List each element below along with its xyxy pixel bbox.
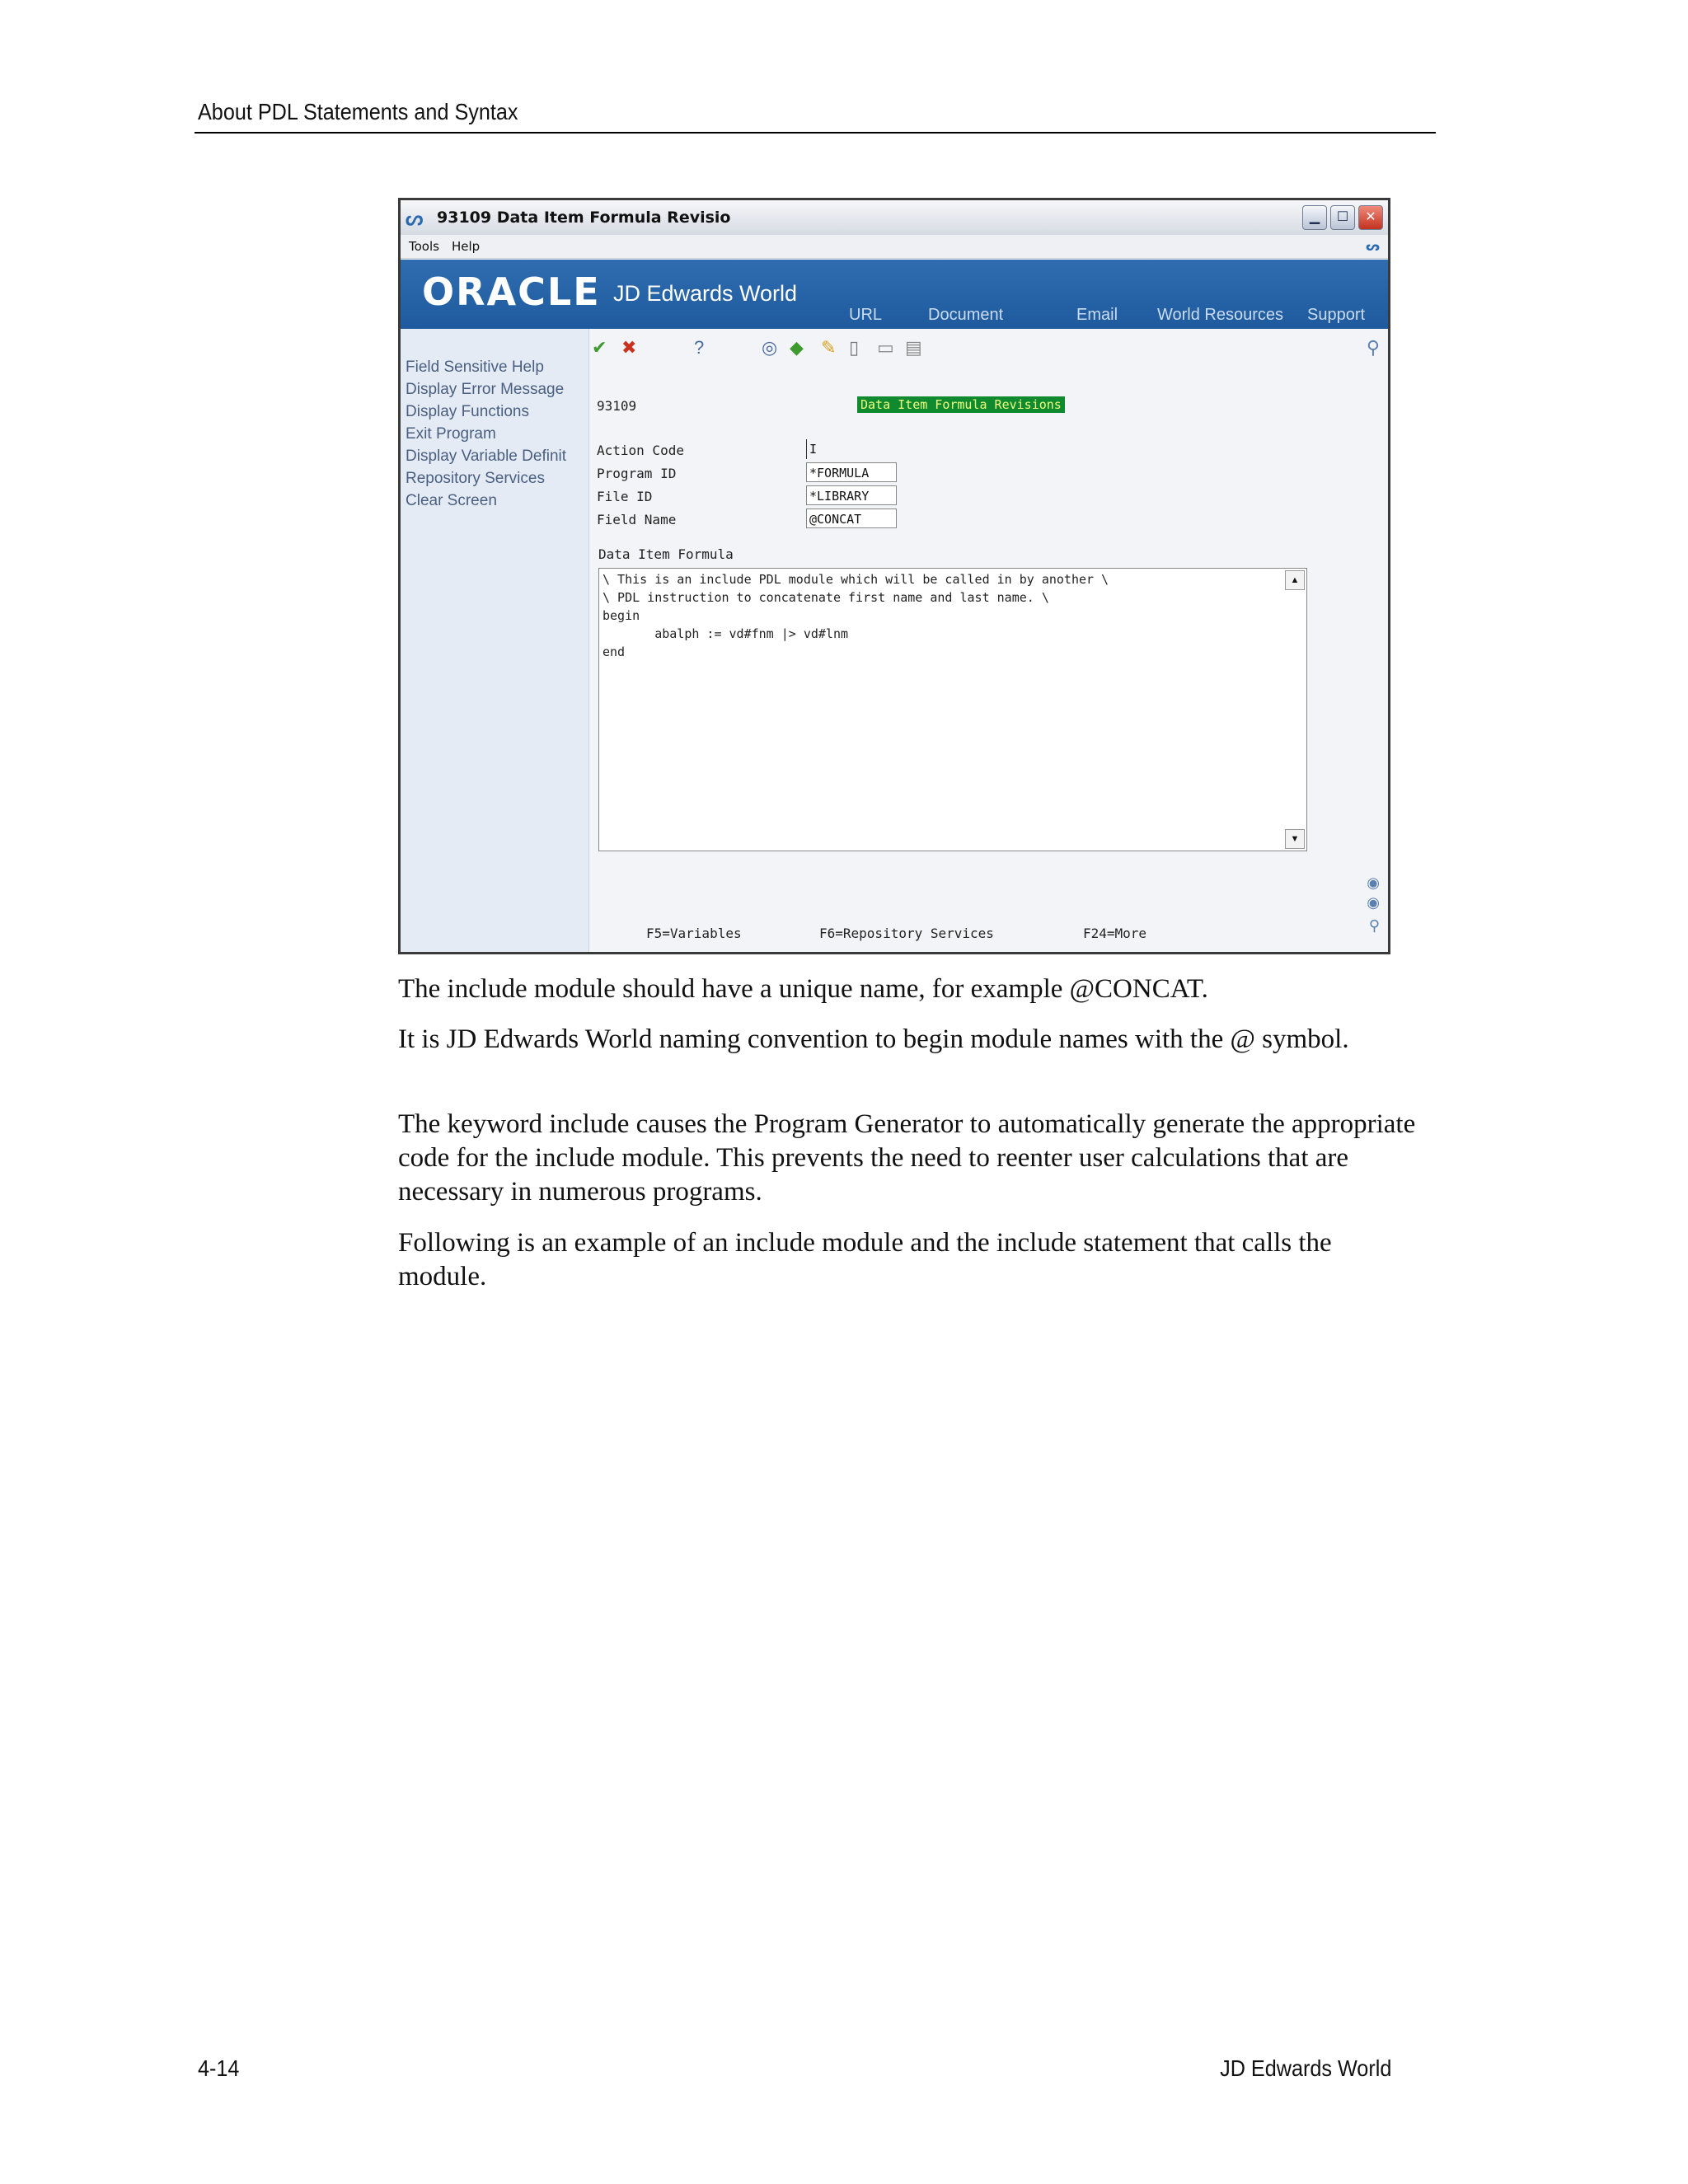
search-icon[interactable]: ⚲ — [1367, 337, 1380, 359]
field-name-label: Field Name — [597, 512, 677, 527]
info-icon[interactable]: ◎ — [762, 337, 777, 359]
program-number: 93109 — [597, 398, 637, 414]
sidebar-item-repository-services[interactable]: Repository Services — [406, 470, 545, 488]
file-id-label: File ID — [597, 489, 653, 504]
page-down-icon[interactable]: ◉ — [1367, 894, 1380, 912]
program-id-field[interactable]: *FORMULA — [806, 462, 897, 482]
action-code-field[interactable]: I — [806, 439, 823, 459]
footer-product: JD Edwards World — [1219, 2055, 1391, 2081]
formula-line: \ This is an include PDL module which wi… — [603, 572, 1109, 587]
formula-line: end — [603, 644, 626, 659]
paragraph-3: The keyword include causes the Program G… — [398, 1109, 1416, 1207]
scroll-down-icon[interactable]: ▼ — [1285, 829, 1305, 849]
f6-repository-services[interactable]: F6=Repository Services — [819, 926, 994, 941]
formula-line: \ PDL instruction to concatenate first n… — [603, 590, 1049, 605]
zoom-icon[interactable]: ⚲ — [1369, 917, 1380, 935]
app-icon: ᔕ — [406, 208, 424, 230]
file-id-field[interactable]: *LIBRARY — [806, 485, 897, 505]
menu-bar: Tools Help ᔕ — [401, 235, 1388, 259]
nav-url[interactable]: URL — [849, 306, 882, 325]
copy-icon[interactable]: ▭ — [877, 337, 894, 359]
application-screenshot: ᔕ 93109 Data Item Formula Revisio ▁ ☐ ✕ … — [398, 198, 1390, 954]
scroll-up-icon[interactable]: ▲ — [1285, 570, 1305, 590]
nav-document[interactable]: Document — [928, 306, 1003, 325]
delete-trash-icon[interactable]: ▯ — [849, 337, 859, 359]
edit-pencil-icon[interactable]: ✎ — [821, 337, 836, 359]
close-icon[interactable]: ✕ — [1358, 205, 1383, 230]
menu-help[interactable]: Help — [452, 239, 480, 254]
help-question-icon[interactable]: ? — [694, 337, 704, 359]
window-titlebar: ᔕ 93109 Data Item Formula Revisio ▁ ☐ ✕ — [401, 200, 1388, 235]
header-rule — [195, 132, 1436, 134]
nav-support[interactable]: Support — [1307, 306, 1365, 325]
f24-more[interactable]: F24=More — [1083, 926, 1146, 941]
sidebar-item-variable-definition[interactable]: Display Variable Definit — [406, 448, 566, 466]
f5-variables[interactable]: F5=Variables — [646, 926, 742, 941]
sidebar-item-clear-screen[interactable]: Clear Screen — [406, 492, 497, 510]
sidebar-item-exit-program[interactable]: Exit Program — [406, 425, 496, 443]
minimize-icon[interactable]: ▁ — [1302, 205, 1327, 230]
sidebar-item-error-message[interactable]: Display Error Message — [406, 381, 564, 399]
running-head: About PDL Statements and Syntax — [198, 99, 518, 124]
nav-email[interactable]: Email — [1076, 306, 1118, 325]
arrow-icon[interactable]: ◆ — [790, 337, 804, 359]
oracle-logo: ORACLE — [422, 269, 601, 314]
product-name: JD Edwards World — [613, 281, 798, 306]
screen-title: Data Item Formula Revisions — [857, 396, 1065, 413]
formula-line: begin — [603, 608, 640, 623]
nav-world-resources[interactable]: World Resources — [1157, 306, 1283, 325]
sidebar-item-field-help[interactable]: Field Sensitive Help — [406, 359, 544, 377]
print-icon[interactable]: ▤ — [905, 337, 922, 359]
paragraph-4: Following is an example of an include mo… — [398, 1228, 1332, 1291]
sidebar-item-display-functions[interactable]: Display Functions — [406, 403, 529, 421]
field-name-field[interactable]: @CONCAT — [806, 509, 897, 528]
ok-check-icon[interactable]: ✔ — [592, 337, 607, 359]
oracle-banner: ORACLE JD Edwards World URL Document Ema… — [401, 260, 1388, 329]
page-number: 4-14 — [198, 2055, 240, 2081]
action-code-label: Action Code — [597, 443, 684, 458]
paragraph-2: It is JD Edwards World naming convention… — [398, 1024, 1349, 1054]
exit-menu-sidebar: Field Sensitive Help Display Error Messa… — [401, 329, 589, 952]
formula-textarea[interactable]: \ This is an include PDL module which wi… — [598, 568, 1307, 851]
formula-label: Data Item Formula — [598, 546, 734, 562]
menu-tools[interactable]: Tools — [409, 239, 439, 254]
window-controls: ▁ ☐ ✕ — [1302, 205, 1383, 230]
cancel-x-icon[interactable]: ✖ — [621, 337, 636, 359]
program-id-label: Program ID — [597, 466, 677, 481]
paragraph-1: The include module should have a unique … — [398, 974, 1208, 1004]
formula-line: abalph := vd#fnm |> vd#lnm — [603, 626, 849, 641]
page-up-icon[interactable]: ◉ — [1367, 874, 1380, 892]
maximize-icon[interactable]: ☐ — [1330, 205, 1355, 230]
window-title: 93109 Data Item Formula Revisio — [437, 209, 731, 227]
toolbar: ✔ ✖ ? ◎ ◆ ✎ ▯ ▭ ▤ ⚲ — [588, 332, 1388, 362]
corner-logo-icon: ᔕ — [1365, 239, 1380, 254]
